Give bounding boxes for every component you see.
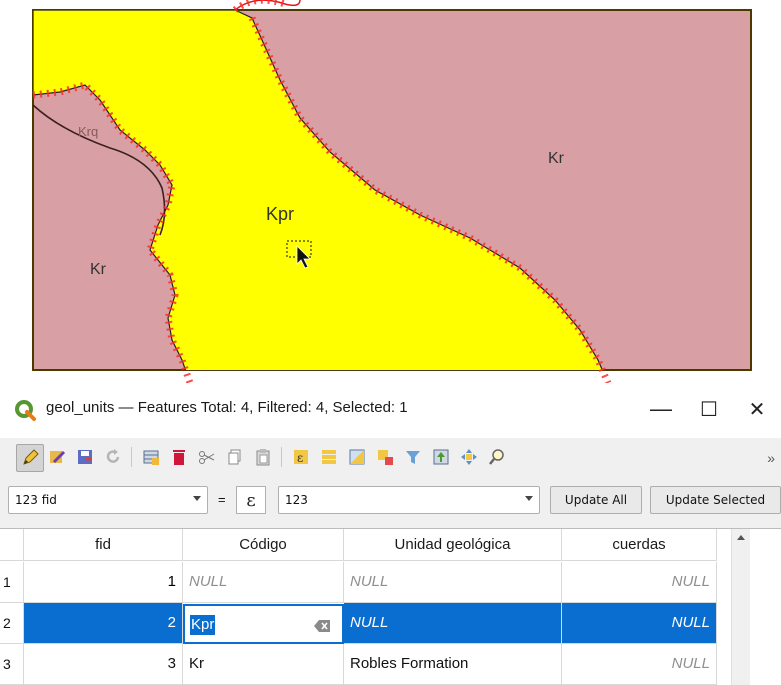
zoom-to-selection-icon[interactable] (484, 444, 510, 470)
scroll-up-icon[interactable] (737, 535, 745, 540)
multi-edit-icon[interactable] (44, 444, 70, 470)
update-selected-button[interactable]: Update Selected (650, 486, 781, 514)
table-cell-fid[interactable]: 1 (24, 562, 183, 603)
map-label-kr-left: Kr (90, 261, 107, 278)
delete-feature-icon[interactable] (166, 444, 192, 470)
map-label-kpr: Kpr (266, 204, 294, 224)
map-label-krq: Krq (78, 124, 98, 139)
chevron-down-icon (193, 496, 201, 501)
select-all-icon[interactable] (316, 444, 342, 470)
table-cell-unidad[interactable]: NULL (344, 603, 562, 644)
svg-text:ε: ε (297, 451, 303, 465)
attribute-table: fid Código Unidad geológica cuerdas 1 1 … (0, 528, 781, 685)
expression-select-icon[interactable]: ε (288, 444, 314, 470)
field-calculator-bar: 123 fid = ε 123 Update All Update Select… (0, 478, 781, 528)
reload-icon[interactable] (100, 444, 126, 470)
pan-to-selection-icon[interactable] (456, 444, 482, 470)
clear-text-icon[interactable] (314, 619, 330, 637)
table-cell-cuerdas[interactable]: NULL (562, 603, 717, 644)
minimize-button[interactable]: — (641, 393, 681, 425)
add-feature-icon[interactable] (138, 444, 164, 470)
invert-selection-icon[interactable] (344, 444, 370, 470)
row-number[interactable]: 2 (0, 603, 24, 644)
table-cell-cuerdas[interactable]: NULL (562, 644, 717, 685)
row-number[interactable]: 3 (0, 644, 24, 685)
table-cell-fid[interactable]: 2 (24, 603, 183, 644)
table-cell-fid[interactable]: 3 (24, 644, 183, 685)
deselect-icon[interactable] (372, 444, 398, 470)
more-tools-button[interactable]: » (767, 450, 775, 466)
chevron-down-icon (525, 496, 533, 501)
table-cell-cuerdas[interactable]: NULL (562, 562, 717, 603)
move-selection-top-icon[interactable] (428, 444, 454, 470)
expression-input-value: 123 (285, 493, 308, 507)
map-label-kr-right: Kr (548, 150, 565, 167)
qgis-logo-icon (14, 399, 36, 421)
column-header-fid[interactable]: fid (24, 529, 183, 561)
attribute-toolbar: ε » (0, 438, 781, 478)
codigo-cell-editor[interactable]: Kpr (183, 604, 344, 644)
save-edits-icon[interactable] (72, 444, 98, 470)
window-titlebar: geol_units — Features Total: 4, Filtered… (0, 383, 781, 438)
copy-icon[interactable] (222, 444, 248, 470)
table-cell-codigo[interactable]: NULL (183, 562, 344, 603)
update-all-button[interactable]: Update All (550, 486, 642, 514)
expression-input[interactable]: 123 (278, 486, 540, 514)
table-cell-unidad[interactable]: NULL (344, 562, 562, 603)
vertical-scrollbar[interactable] (731, 529, 750, 685)
row-number[interactable]: 1 (0, 562, 24, 603)
equals-label: = (218, 492, 226, 507)
table-cell-unidad[interactable]: Robles Formation (344, 644, 562, 685)
field-select-value: 123 fid (15, 493, 57, 507)
expression-builder-button[interactable]: ε (236, 486, 266, 514)
row-header-corner (0, 529, 24, 561)
map-canvas[interactable]: Krq Kr Kpr Kr (0, 0, 781, 383)
column-header-codigo[interactable]: Código (183, 529, 344, 561)
column-header-cuerdas[interactable]: cuerdas (562, 529, 717, 561)
toggle-editing-icon[interactable] (16, 444, 44, 472)
filter-icon[interactable] (400, 444, 426, 470)
field-select[interactable]: 123 fid (8, 486, 208, 514)
paste-icon[interactable] (250, 444, 276, 470)
close-button[interactable]: ✕ (737, 393, 777, 425)
cut-icon[interactable] (194, 444, 220, 470)
window-title: geol_units — Features Total: 4, Filtered… (46, 399, 408, 416)
column-header-unidad[interactable]: Unidad geológica (344, 529, 562, 561)
maximize-button[interactable]: ☐ (689, 393, 729, 425)
codigo-editor-text[interactable]: Kpr (190, 615, 216, 635)
table-cell-codigo[interactable]: Kr (183, 644, 344, 685)
